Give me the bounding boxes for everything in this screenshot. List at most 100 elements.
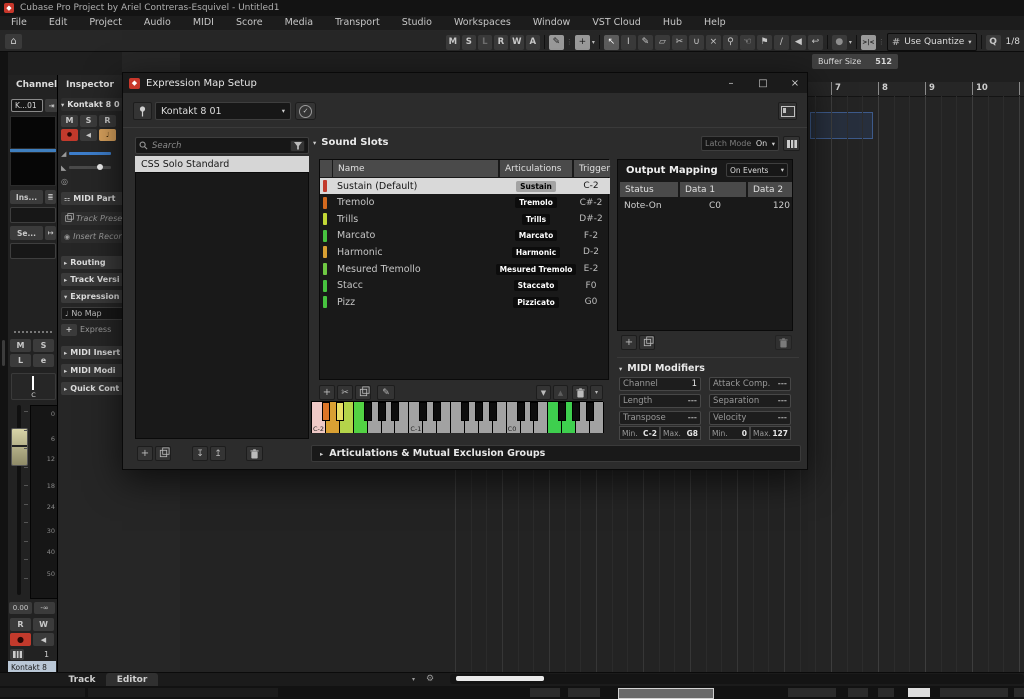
automation-panel-button[interactable]: ✎ bbox=[549, 35, 564, 50]
track-versions-section[interactable]: ▸ Track Versi bbox=[61, 273, 122, 286]
iterative-quantize-button[interactable]: Q bbox=[986, 35, 1001, 50]
key-D#0[interactable] bbox=[530, 402, 538, 421]
global-s-button[interactable]: S bbox=[462, 35, 476, 50]
key-A#0[interactable] bbox=[586, 402, 594, 421]
channel-listen-button[interactable]: L bbox=[10, 354, 31, 367]
channel-solo-button[interactable]: S bbox=[33, 339, 54, 352]
inspector-record-button[interactable]: ● bbox=[61, 129, 78, 141]
channel-field[interactable]: Channel 1 bbox=[619, 377, 701, 391]
slot-color-swatch[interactable] bbox=[323, 197, 327, 209]
move-slot-down-button[interactable]: ▼ bbox=[536, 385, 551, 400]
inspector-quantize-button[interactable]: ♩ bbox=[99, 129, 116, 141]
slot-articulation[interactable]: Mesured Tremolo bbox=[500, 264, 572, 275]
global-a-button[interactable]: A bbox=[526, 35, 540, 50]
slot-color-swatch[interactable] bbox=[323, 296, 327, 308]
pan-slider[interactable] bbox=[69, 166, 111, 169]
key-F#-2[interactable] bbox=[364, 402, 372, 421]
insert-record-button[interactable]: ◉ Insert Record bbox=[61, 230, 122, 243]
key-G#-1[interactable] bbox=[475, 402, 483, 421]
menu-score[interactable]: Score bbox=[225, 16, 274, 30]
erase-tool-button[interactable]: ▱ bbox=[655, 35, 670, 50]
range-selection-tool-button[interactable]: I bbox=[621, 35, 636, 50]
color-menu-button[interactable]: ● bbox=[832, 35, 847, 50]
comp-tool-button[interactable]: ⚑ bbox=[757, 35, 772, 50]
menu-hub[interactable]: Hub bbox=[652, 16, 693, 30]
global-l-button[interactable]: L bbox=[478, 35, 492, 50]
feedback-tool-button[interactable]: ↩ bbox=[808, 35, 823, 50]
toggle-right-zone-button[interactable] bbox=[778, 102, 797, 120]
insert-articulation-button[interactable]: ✂ bbox=[337, 385, 353, 400]
slot-articulation[interactable]: Sustain bbox=[500, 181, 572, 192]
channel-tab[interactable]: Channel bbox=[16, 80, 57, 90]
add-output-event-button[interactable]: + bbox=[621, 335, 637, 350]
slot-color-swatch[interactable] bbox=[323, 180, 327, 192]
slot-trigger[interactable]: D#-2 bbox=[574, 214, 608, 224]
slot-name[interactable]: Marcato bbox=[337, 230, 375, 241]
audition-tool-button[interactable]: ◀ bbox=[791, 35, 806, 50]
menu-media[interactable]: Media bbox=[274, 16, 325, 30]
menu-project[interactable]: Project bbox=[78, 16, 133, 30]
menu-file[interactable]: File bbox=[0, 16, 38, 30]
menu-workspaces[interactable]: Workspaces bbox=[443, 16, 522, 30]
sound-slot-row[interactable]: HarmonicHarmonicD-2 bbox=[320, 244, 610, 260]
edit-slot-button[interactable]: ✎ bbox=[377, 385, 395, 400]
slot-color-swatch[interactable] bbox=[323, 246, 327, 258]
maximize-button[interactable]: □ bbox=[757, 78, 769, 89]
menu-help[interactable]: Help bbox=[693, 16, 737, 30]
channel-edit-button[interactable]: e bbox=[33, 354, 54, 367]
global-w-button[interactable]: W bbox=[510, 35, 524, 50]
slot-color-swatch[interactable] bbox=[323, 213, 327, 225]
slot-name[interactable]: Pizz bbox=[337, 297, 355, 308]
add-map-button[interactable]: + bbox=[137, 446, 153, 461]
output-mapping-row[interactable]: Note-On C0 120 bbox=[620, 201, 792, 215]
note-max-field[interactable]: Max. G8 bbox=[660, 426, 701, 440]
panel-divider-handle[interactable] bbox=[14, 331, 52, 333]
menu-vst-cloud[interactable]: VST Cloud bbox=[581, 16, 652, 30]
duplicate-output-event-button[interactable] bbox=[639, 335, 655, 350]
inserts-icon-button[interactable]: ≣ bbox=[45, 190, 56, 204]
midi-inserts-section[interactable]: ▸ MIDI Insert bbox=[61, 346, 122, 359]
note-min-field[interactable]: Min. C-2 bbox=[619, 426, 660, 440]
key-G#-2[interactable] bbox=[378, 402, 386, 421]
line-tool-button[interactable]: ∕ bbox=[774, 35, 789, 50]
inspector-track-title[interactable]: ▾ Kontakt 8 0 bbox=[61, 98, 122, 111]
menu-studio[interactable]: Studio bbox=[391, 16, 443, 30]
sound-slot-row[interactable]: TremoloTremoloC#-2 bbox=[320, 195, 610, 211]
inspector-mute-button[interactable]: M bbox=[61, 115, 78, 127]
menu-transport[interactable]: Transport bbox=[324, 16, 391, 30]
sends-slot[interactable] bbox=[10, 243, 56, 259]
transpose-field[interactable]: Transpose --- bbox=[619, 411, 701, 425]
inspector-read-button[interactable]: R bbox=[99, 115, 116, 127]
articulations-section-bar[interactable]: ▸ Articulations & Mutual Exclusion Group… bbox=[311, 445, 801, 462]
volume-slider[interactable] bbox=[69, 152, 111, 155]
slot-name[interactable]: Tremolo bbox=[337, 197, 374, 208]
pin-button[interactable] bbox=[133, 102, 152, 120]
glue-tool-button[interactable]: ∪ bbox=[689, 35, 704, 50]
key-A#-1[interactable] bbox=[489, 402, 497, 421]
quantize-preset-dropdown[interactable]: #Use Quantize▾ bbox=[887, 33, 977, 51]
auto-scroll-button[interactable]: + bbox=[575, 35, 590, 50]
slot-name[interactable]: Harmonic bbox=[337, 247, 383, 258]
attack-comp-field[interactable]: Attack Comp. --- bbox=[709, 377, 791, 391]
duplicate-slot-button[interactable] bbox=[355, 385, 371, 400]
inspector-monitor-button[interactable]: ◀ bbox=[80, 129, 97, 141]
slot-name[interactable]: Stacc bbox=[337, 280, 363, 291]
map-search-input[interactable]: Search bbox=[135, 137, 309, 154]
length-field[interactable]: Length --- bbox=[619, 394, 701, 408]
load-map-button[interactable]: ↧ bbox=[192, 446, 208, 461]
midi-part-button[interactable]: ⚏ MIDI Part bbox=[61, 192, 122, 205]
menu-edit[interactable]: Edit bbox=[38, 16, 78, 30]
key-C#-2[interactable] bbox=[322, 402, 330, 421]
latch-mode-control[interactable]: Latch Mode On ▾ bbox=[701, 136, 779, 151]
map-selector-dropdown[interactable]: Kontakt 8 01 ▾ bbox=[155, 102, 291, 120]
track-tab[interactable]: Track bbox=[60, 673, 104, 686]
key-F#0[interactable] bbox=[558, 402, 566, 421]
add-slot-button[interactable]: + bbox=[319, 385, 335, 400]
slot-options-dropdown[interactable]: ▾ bbox=[590, 385, 603, 400]
sound-slot-row[interactable]: StaccStaccatoF0 bbox=[320, 278, 610, 294]
menu-midi[interactable]: MIDI bbox=[182, 16, 225, 30]
meter-readout[interactable]: -∞ bbox=[34, 602, 55, 614]
delete-slot-button[interactable] bbox=[572, 385, 588, 400]
status-column-header[interactable]: Status bbox=[620, 182, 678, 197]
sends-icon-button[interactable]: ↦ bbox=[45, 226, 56, 240]
